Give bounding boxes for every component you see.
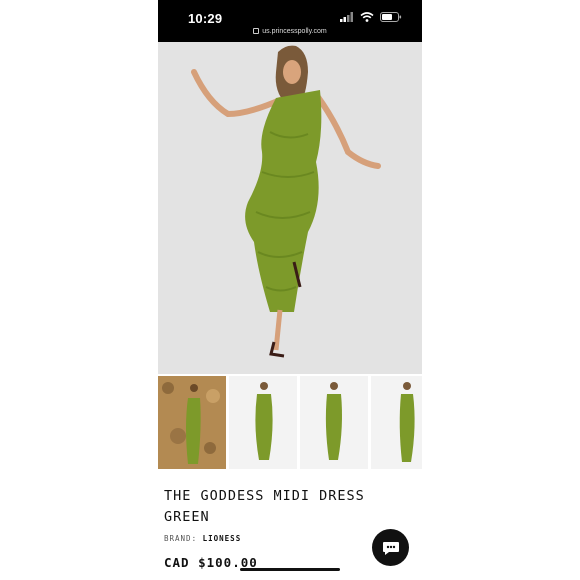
thumbnail-4-image [371, 376, 422, 469]
thumbnail-2[interactable] [229, 376, 297, 469]
chat-icon [382, 541, 399, 555]
lock-icon [253, 28, 260, 35]
home-indicator[interactable] [240, 568, 340, 571]
thumbnail-strip [158, 376, 422, 469]
brand-name[interactable]: LIONESS [203, 534, 242, 543]
address-bar[interactable]: us.princesspolly.com [158, 28, 422, 35]
thumbnail-1[interactable] [158, 376, 226, 469]
phone-screen: 10:29 us.princesspolly.com THE GODDESS M… [158, 0, 422, 580]
status-bar: 10:29 us.princesspolly.com [158, 0, 422, 42]
thumbnail-3[interactable] [300, 376, 368, 469]
wifi-icon [360, 12, 374, 22]
product-title: THE GODDESS MIDI DRESS GREEN [164, 488, 365, 525]
battery-icon [380, 12, 402, 22]
chat-button[interactable] [372, 529, 409, 566]
brand-label: BRAND: [164, 534, 198, 543]
product-main-image[interactable] [158, 42, 422, 374]
status-icons [340, 12, 402, 22]
address-bar-url: us.princesspolly.com [262, 28, 327, 35]
product-brand: BRAND: LIONESS [164, 534, 241, 543]
thumbnail-4[interactable] [371, 376, 422, 469]
thumbnail-2-image [229, 376, 297, 469]
thumbnail-3-image [300, 376, 368, 469]
model-photo [158, 42, 422, 374]
signal-icon [340, 12, 353, 22]
status-time: 10:29 [188, 11, 223, 26]
thumbnail-1-image [158, 376, 226, 469]
